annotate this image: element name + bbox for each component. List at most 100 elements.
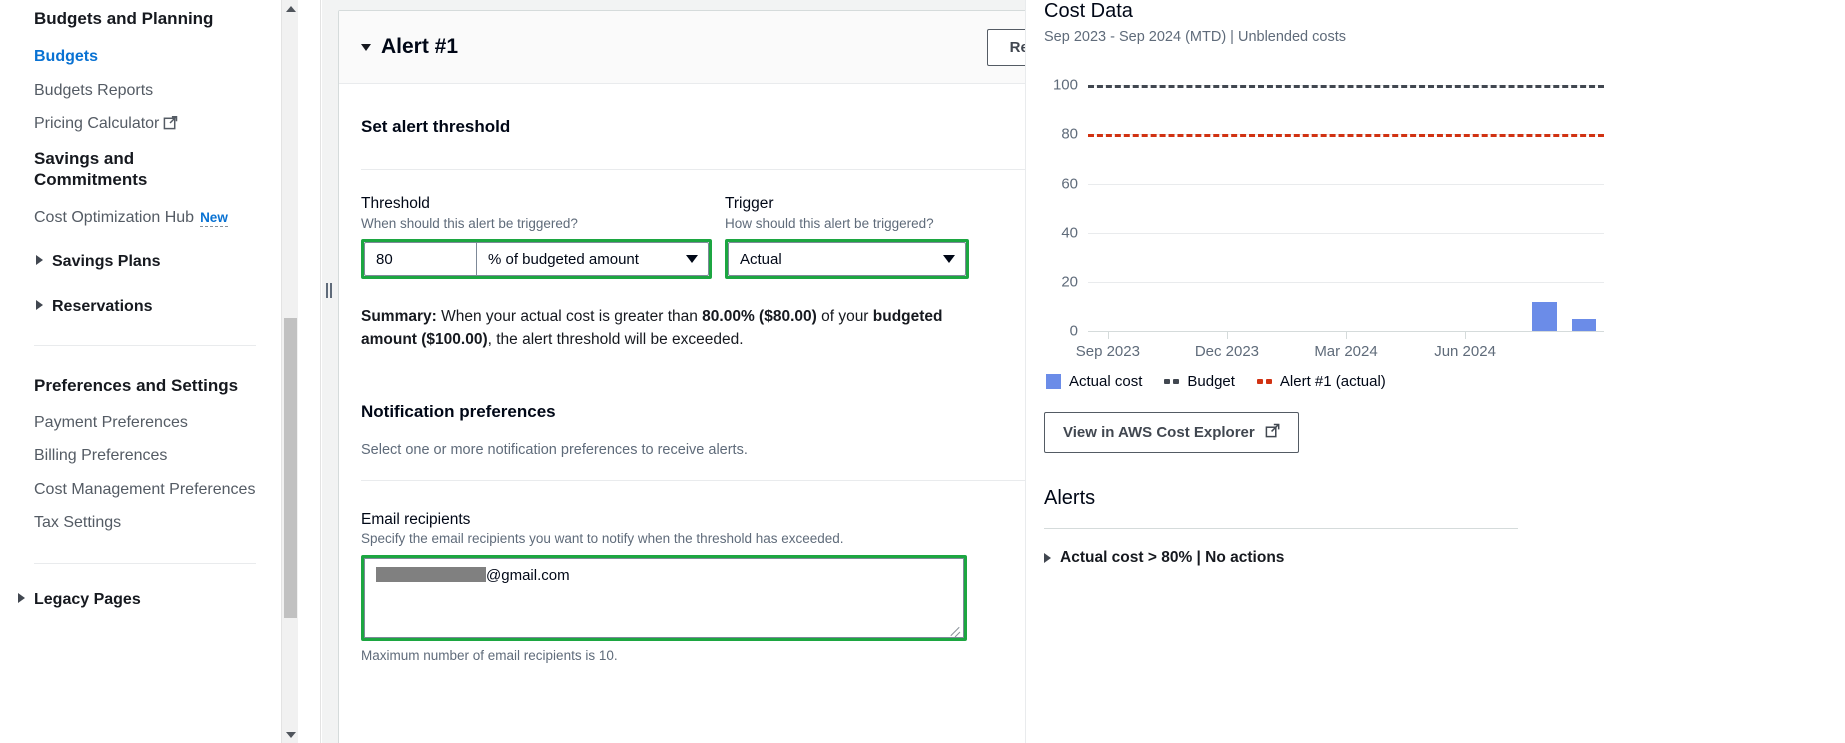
y-axis-tick-label: 0 [1069,322,1078,340]
summary-text-1: When your actual cost is greater than [436,308,703,325]
cost-explorer-button-label: View in AWS Cost Explorer [1063,424,1255,441]
chart-legend: Actual cost Budget Alert #1 (actual) [1044,373,1811,390]
email-max-note: Maximum number of email recipients is 10… [361,647,618,663]
sidebar-item-label: Tax Settings [34,514,122,531]
sidebar-item-label: Pricing Calculator [34,115,160,132]
threshold-field-group: Threshold When should this alert be trig… [361,195,721,279]
email-domain-text: @gmail.com [486,566,570,584]
main-content-area: Alert #1 Remove Set alert threshold Thre… [322,0,1025,743]
sidebar-divider-1 [34,345,256,346]
nav-group-title-preferences-and-settings: Preferences and Settings [34,375,238,396]
x-axis-tick [1107,332,1109,339]
alert-threshold-line [1088,134,1604,138]
threshold-unit-value: % of budgeted amount [488,250,639,268]
chart-gridline [1088,183,1604,185]
x-axis-tick-label: Jun 2024 [1434,343,1496,360]
sidebar-item-tax-settings[interactable]: Tax Settings [34,513,121,532]
y-axis-tick-label: 40 [1061,224,1078,242]
threshold-label: Threshold [361,195,430,212]
y-axis-tick-label: 100 [1052,76,1078,94]
trigger-select[interactable]: Actual [728,242,966,276]
budget-line [1088,85,1604,89]
external-link-icon [163,115,178,135]
legend-item-alert: Alert #1 (actual) [1256,373,1386,390]
trigger-highlight-ring: Actual [725,239,969,279]
alert-title-row[interactable]: Alert #1 [361,35,458,59]
x-axis-tick [1346,332,1347,339]
scroll-down-arrow-icon[interactable] [282,726,299,743]
sidebar-item-budgets[interactable]: Budgets [34,47,98,66]
chevron-down-icon[interactable] [361,43,371,51]
scroll-up-arrow-icon[interactable] [282,0,299,17]
sidebar-scrollbar[interactable] [281,0,298,743]
alerts-row-label: Actual cost > 80% | No actions [1060,549,1285,566]
textarea-resize-grip[interactable] [949,624,961,636]
chevron-down-icon [943,255,955,263]
y-axis-tick-label: 80 [1061,125,1078,143]
threshold-trigger-row: Threshold When should this alert be trig… [361,195,1025,279]
y-axis-tick-label: 60 [1061,175,1078,193]
alert-card-body: Set alert threshold Threshold When shoul… [339,117,1025,663]
nav-group-title-savings-and-commitments: Savings and Commitments [34,148,234,191]
chevron-down-icon [686,255,698,263]
alert-title-label: Alert #1 [381,35,459,58]
trigger-value: Actual [740,250,782,268]
email-recipients-textarea[interactable]: @gmail.com [364,557,964,638]
legend-item-budget: Budget [1164,373,1235,390]
sidebar-item-label: Legacy Pages [34,591,141,608]
trigger-field-group: Trigger How should this alert be trigger… [725,195,969,279]
redacted-email-block [376,566,486,582]
sidebar-item-legacy-pages[interactable]: Legacy Pages [18,590,141,609]
nav-group-label: Savings and Commitments [34,149,148,190]
chevron-right-icon [18,593,25,603]
divider-threshold [361,169,1025,170]
summary-threshold-value: 80.00% ($80.00) [702,308,817,325]
summary-prefix: Summary: [361,308,437,325]
threshold-value-input[interactable] [364,242,477,276]
threshold-description: When should this alert be triggered? [361,216,578,231]
sidebar-item-savings-plans[interactable]: Savings Plans [36,252,161,271]
nav-group-title-budgets-and-planning: Budgets and Planning [34,8,213,29]
legend-dash-icon [1164,379,1180,384]
summary-text-3: , the alert threshold will be exceeded. [487,331,744,349]
legend-dash-icon [1256,379,1272,384]
y-axis-tick-label: 20 [1061,273,1078,291]
cost-data-subtitle: Sep 2023 - Sep 2024 (MTD) | Unblended co… [1044,29,1346,45]
notification-preferences-heading: Notification preferences [361,401,556,421]
splitter-handle[interactable] [326,283,332,298]
new-badge: New [200,210,228,227]
sidebar-item-payment-preferences[interactable]: Payment Preferences [34,413,188,432]
sidebar-item-reservations[interactable]: Reservations [36,297,153,316]
sidebar-item-billing-preferences[interactable]: Billing Preferences [34,446,167,465]
sidebar-item-label: Cost Optimization Hub [34,209,195,226]
threshold-unit-select[interactable]: % of budgeted amount [477,242,709,276]
sidebar-item-label: Billing Preferences [34,447,168,464]
left-sidebar: Budgets and Planning Budgets Budgets Rep… [0,0,322,743]
alerts-row-item[interactable]: Actual cost > 80% | No actions [1044,549,1811,567]
chevron-right-icon [36,255,43,265]
chart-gridline [1088,232,1604,234]
sidebar-item-cost-optimization-hub[interactable]: Cost Optimization Hub New [34,208,228,227]
sidebar-item-label: Savings Plans [52,253,161,270]
alerts-divider [1044,528,1518,529]
sidebar-item-label: Budgets [34,48,98,65]
sidebar-item-budgets-reports[interactable]: Budgets Reports [34,81,153,100]
email-recipients-highlight-ring: @gmail.com [361,554,967,641]
threshold-summary-text: Summary: When your actual cost is greate… [361,305,961,352]
sidebar-item-cost-management-preferences[interactable]: Cost Management Preferences [34,480,255,499]
legend-item-actual-cost: Actual cost [1046,373,1142,390]
alert-card-header: Alert #1 Remove [339,11,1025,84]
sidebar-item-label: Reservations [52,298,153,315]
sidebar-edge-divider [320,0,321,743]
x-axis-tick [1226,332,1228,339]
sidebar-item-pricing-calculator[interactable]: Pricing Calculator [34,114,178,135]
scrollbar-thumb[interactable] [284,318,297,618]
remove-button[interactable]: Remove [986,28,1025,66]
chevron-right-icon [1044,553,1051,563]
sidebar-item-label: Payment Preferences [34,414,188,431]
view-in-aws-cost-explorer-button[interactable]: View in AWS Cost Explorer [1044,412,1299,453]
chart-gridline [1088,281,1604,283]
summary-text-2: of your [816,308,873,325]
x-axis-tick-label: Mar 2024 [1314,343,1378,360]
trigger-controls: Actual [725,239,969,279]
